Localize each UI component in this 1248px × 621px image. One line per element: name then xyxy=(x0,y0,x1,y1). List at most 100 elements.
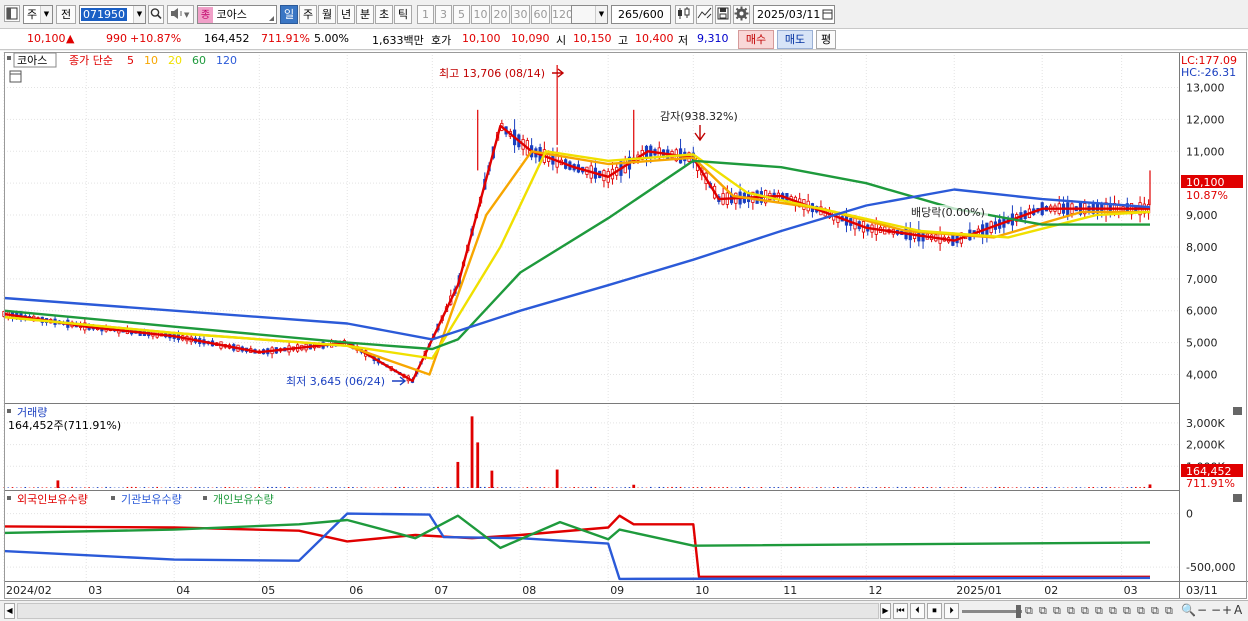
volume-bar xyxy=(794,487,797,488)
window-menu-icon[interactable] xyxy=(4,5,20,22)
volume-bar xyxy=(41,487,44,488)
export-icon[interactable]: ⧉ xyxy=(1165,604,1173,618)
volume-bar xyxy=(620,487,622,488)
date-tick-label: 11 xyxy=(783,584,797,597)
candle-type-icon[interactable] xyxy=(675,5,694,24)
chevron-down-icon[interactable]: ▼ xyxy=(595,6,607,23)
volume-bar xyxy=(305,487,307,488)
jump-start-icon[interactable]: ⏮ xyxy=(893,603,908,619)
interval-button-3[interactable]: 3 xyxy=(435,5,452,24)
volume-bar xyxy=(1088,487,1090,488)
volume-bar xyxy=(194,487,197,488)
chevron-down-icon[interactable]: ▼ xyxy=(40,6,52,23)
volume-bar xyxy=(398,487,401,488)
zoom-slider-handle[interactable] xyxy=(1016,605,1021,618)
link-icon[interactable]: ⧉ xyxy=(1123,604,1131,618)
zoom-slider[interactable] xyxy=(962,610,1022,613)
prev-button[interactable]: 전 xyxy=(56,5,76,24)
volume-bar xyxy=(543,487,546,488)
volume-bar xyxy=(666,487,669,488)
sound-icon[interactable]: ▼ xyxy=(167,5,194,24)
scroll-right-icon[interactable]: ▶ xyxy=(880,603,891,619)
period-tab-5[interactable]: 초 xyxy=(375,5,393,24)
period-tab-2[interactable]: 월 xyxy=(318,5,336,24)
volume-bar xyxy=(143,487,146,488)
volume-readout: 164,452주(711.91%) xyxy=(8,419,121,432)
step-back-icon[interactable]: ⏴ xyxy=(910,603,925,619)
volume-bar xyxy=(220,487,222,488)
volume-bar xyxy=(730,487,733,488)
stock-chart[interactable]: 13,00012,00011,00010,0009,0008,0007,0006… xyxy=(0,51,1248,621)
trend-tool-icon[interactable] xyxy=(696,5,713,24)
volume-bar xyxy=(284,487,286,488)
buy-button[interactable]: 매수 xyxy=(738,30,774,49)
volume-bar xyxy=(590,486,592,488)
data-count-field[interactable]: 265/600 xyxy=(611,5,671,24)
print-icon[interactable]: ⧉ xyxy=(1151,604,1159,618)
settings-gear-icon[interactable] xyxy=(733,5,750,24)
volume-bar xyxy=(509,487,512,488)
search-icon[interactable] xyxy=(148,5,164,24)
magnet-icon[interactable]: ⧉ xyxy=(1109,604,1117,618)
volume-bar xyxy=(1007,487,1009,488)
chevron-down-icon[interactable]: ▼ xyxy=(133,6,145,23)
interval-button-1[interactable]: 1 xyxy=(417,5,434,24)
volume-bar xyxy=(573,487,575,488)
zoom-out-icon[interactable]: ⧉ xyxy=(1067,604,1075,618)
scroll-track[interactable] xyxy=(17,603,879,619)
volume-bar xyxy=(275,486,278,488)
volume-bar xyxy=(279,487,282,488)
layout-icon[interactable]: ⧉ xyxy=(1025,604,1033,618)
period-tab-1[interactable]: 주 xyxy=(299,5,317,24)
copy-icon[interactable]: ⧉ xyxy=(1137,604,1145,618)
minus-icon[interactable]: − xyxy=(1211,603,1221,617)
volume-bar xyxy=(309,487,312,488)
volume-bar xyxy=(7,487,10,488)
period-tab-3[interactable]: 년 xyxy=(337,5,355,24)
ma-legend-item: 120 xyxy=(216,54,237,67)
type-select[interactable]: 주 ▼ xyxy=(23,5,53,24)
date-field[interactable]: 2025/03/11 xyxy=(753,5,835,24)
volume-bar xyxy=(228,487,231,488)
scroll-left-icon[interactable]: ◀ xyxy=(4,603,15,619)
interval-custom-input[interactable]: ▼ xyxy=(571,5,608,24)
stock-name-field[interactable]: 종 코아스 xyxy=(197,5,277,24)
interval-button-60[interactable]: 60 xyxy=(531,5,550,24)
plus-icon[interactable]: + xyxy=(1222,603,1232,617)
volume-bar xyxy=(79,487,82,488)
volume-bar xyxy=(628,487,631,488)
magnify-icon[interactable]: 🔍 xyxy=(1181,603,1196,617)
volume-bar xyxy=(671,486,673,488)
period-tab-0[interactable]: 일 xyxy=(280,5,298,24)
interval-button-30[interactable]: 30 xyxy=(511,5,530,24)
compare-icon[interactable]: ⧉ xyxy=(1039,604,1047,618)
app-window: { "toolbar": { "type_value": "주", "prefi… xyxy=(0,0,1248,621)
interval-button-5[interactable]: 5 xyxy=(453,5,470,24)
save-icon[interactable] xyxy=(715,5,731,24)
evaluation-button[interactable]: 평 xyxy=(816,30,836,49)
zoom-in-icon[interactable]: ⧉ xyxy=(1053,604,1061,618)
volume-bar xyxy=(1037,487,1039,488)
play-icon[interactable]: ⏵ xyxy=(944,603,959,619)
volume-bar xyxy=(11,487,14,488)
volume-bar xyxy=(288,487,290,488)
calendar-icon[interactable] xyxy=(822,8,833,23)
stop-icon[interactable]: ⏹ xyxy=(927,603,942,619)
volume-bar xyxy=(476,442,480,488)
volume-bar xyxy=(156,486,158,488)
volume-bar xyxy=(1139,487,1141,488)
volume-bar xyxy=(518,487,520,488)
volume-bar xyxy=(352,487,354,488)
interval-button-120[interactable]: 120 xyxy=(551,5,573,24)
crosshair-icon[interactable]: ⧉ xyxy=(1081,604,1089,618)
period-tab-6[interactable]: 틱 xyxy=(394,5,412,24)
volume-bar xyxy=(1143,486,1146,488)
sell-button[interactable]: 매도 xyxy=(777,30,813,49)
grid-icon[interactable]: ⧉ xyxy=(1095,604,1103,618)
interval-button-10[interactable]: 10 xyxy=(471,5,490,24)
font-size-icon[interactable]: A xyxy=(1234,603,1242,617)
minus-icon[interactable]: − xyxy=(1197,603,1207,617)
interval-button-20[interactable]: 20 xyxy=(491,5,510,24)
code-input[interactable]: 071950 ▼ xyxy=(79,5,146,24)
period-tab-4[interactable]: 분 xyxy=(356,5,374,24)
